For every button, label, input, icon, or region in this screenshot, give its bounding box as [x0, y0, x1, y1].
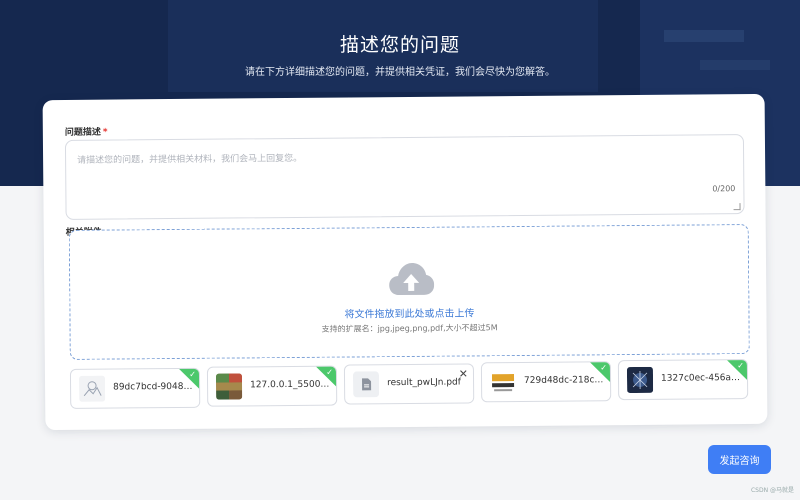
file-card[interactable]: 127.0.0.1_5500… ✓ — [206, 365, 338, 407]
check-icon: ✓ — [737, 361, 744, 371]
submit-button[interactable]: 发起咨询 — [708, 445, 771, 474]
description-textarea[interactable]: 请描述您的问题，并提供相关材料，我们会马上回复您。 0/200 — [64, 134, 745, 220]
file-thumbnail — [489, 369, 517, 396]
file-name: result_pwLJn.pdf — [387, 377, 461, 389]
file-thumbnail — [626, 366, 654, 394]
description-label-text: 问题描述 — [64, 127, 101, 138]
description-label: 问题描述 * — [65, 125, 108, 138]
pdf-file-icon — [352, 371, 380, 398]
upload-hint: 支持的扩展名：jpg,jpeg,png,pdf,大小不超过5M — [321, 323, 498, 334]
file-card[interactable]: result_pwLJn.pdf ✕ — [343, 363, 475, 405]
page-title: 描述您的问题 — [339, 34, 460, 56]
char-count: 0/200 — [712, 184, 736, 194]
file-name: 729d48dc-218c… — [523, 375, 604, 386]
file-card[interactable]: 729d48dc-218c… ✓ — [480, 361, 612, 403]
cloud-upload-icon — [389, 262, 435, 296]
file-card[interactable]: 89dc7bcd-9048… ✓ — [69, 367, 201, 409]
page-subtitle: 请在下方详细描述您的问题，并提供相关凭证，我们会尽快为您解答。 — [245, 67, 555, 78]
file-thumbnail — [78, 375, 106, 402]
file-thumbnail — [215, 373, 243, 400]
check-icon: ✓ — [189, 369, 197, 379]
description-placeholder: 请描述您的问题，并提供相关材料，我们会马上回复您。 — [77, 153, 303, 166]
upload-dropzone[interactable]: 将文件拖放到此处或点击上传 支持的扩展名：jpg,jpeg,png,pdf,大小… — [68, 223, 750, 360]
check-icon: ✓ — [326, 367, 333, 377]
form-card: 问题描述* 请描述您的问题，并提供相关材料，我们会马上回复您。 0/200 相关… — [42, 93, 768, 431]
check-icon: ✓ — [600, 363, 607, 373]
resize-handle[interactable] — [733, 203, 741, 211]
file-card[interactable]: 1327c0ec-456a… ✓ — [617, 359, 749, 401]
file-name: 1327c0ec-456a… — [660, 373, 741, 384]
upload-main-text[interactable]: 将文件拖放到此处或点击上传 — [70, 302, 748, 323]
file-name: 89dc7bcd-9048… — [113, 381, 193, 393]
close-icon[interactable]: ✕ — [459, 367, 468, 380]
watermark: CSDN @马就是 — [750, 487, 794, 494]
required-mark: * — [102, 127, 108, 138]
file-name: 127.0.0.1_5500… — [250, 379, 330, 391]
